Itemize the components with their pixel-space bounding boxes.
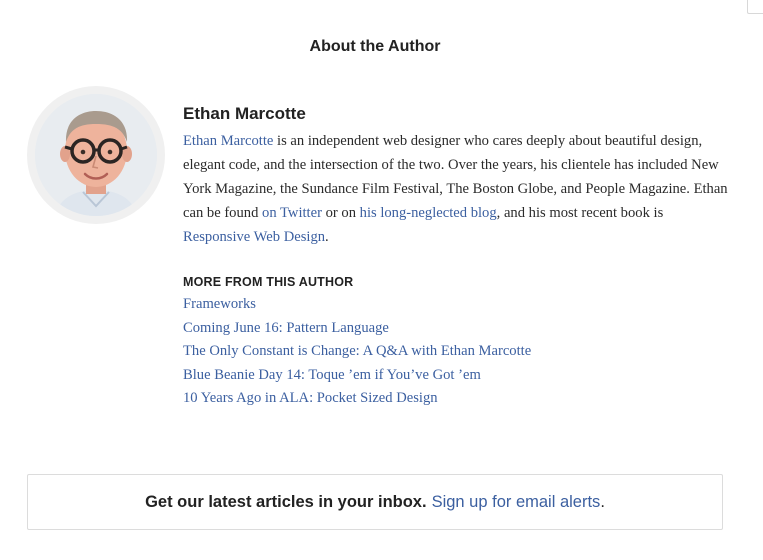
list-item: Blue Beanie Day 14: Toque ’em if You’ve …	[183, 364, 728, 388]
bio-text-3: , and his most recent book is	[496, 205, 664, 221]
article-link[interactable]: Coming June 16: Pattern Language	[183, 320, 389, 336]
author-block: Ethan Marcotte Ethan Marcotte is an inde…	[183, 103, 728, 411]
signup-text: Get our latest articles in your inbox.	[145, 492, 427, 511]
author-photo-icon	[35, 94, 157, 216]
bio-text-4: .	[325, 229, 329, 245]
article-link[interactable]: The Only Constant is Change: A Q&A with …	[183, 343, 531, 359]
author-bio: Ethan Marcotte is an independent web des…	[183, 129, 728, 249]
corner-frame	[747, 0, 763, 14]
bio-text-2: or on	[321, 205, 360, 221]
list-item: Coming June 16: Pattern Language	[183, 317, 728, 341]
twitter-link[interactable]: on Twitter	[262, 205, 322, 221]
article-link[interactable]: Frameworks	[183, 296, 256, 312]
more-from-author-heading: MORE FROM THIS AUTHOR	[183, 275, 354, 289]
author-name: Ethan Marcotte	[183, 104, 306, 123]
avatar-ring	[27, 86, 165, 224]
article-link[interactable]: 10 Years Ago in ALA: Pocket Sized Design	[183, 390, 438, 406]
section-title: About the Author	[309, 38, 441, 55]
more-articles-list: Frameworks Coming June 16: Pattern Langu…	[183, 293, 728, 411]
article-link[interactable]: Blue Beanie Day 14: Toque ’em if You’ve …	[183, 367, 481, 383]
list-item: The Only Constant is Change: A Q&A with …	[183, 340, 728, 364]
email-signup-box: Get our latest articles in your inbox. S…	[27, 474, 723, 530]
signup-period: .	[600, 492, 605, 511]
list-item: 10 Years Ago in ALA: Pocket Sized Design	[183, 387, 728, 411]
book-link[interactable]: Responsive Web Design	[183, 229, 325, 245]
author-name-link[interactable]: Ethan Marcotte	[183, 133, 273, 149]
author-avatar	[35, 94, 157, 216]
list-item: Frameworks	[183, 293, 728, 317]
email-alerts-link[interactable]: Sign up for email alerts	[432, 493, 601, 512]
blog-link[interactable]: his long-neglected blog	[360, 205, 497, 221]
